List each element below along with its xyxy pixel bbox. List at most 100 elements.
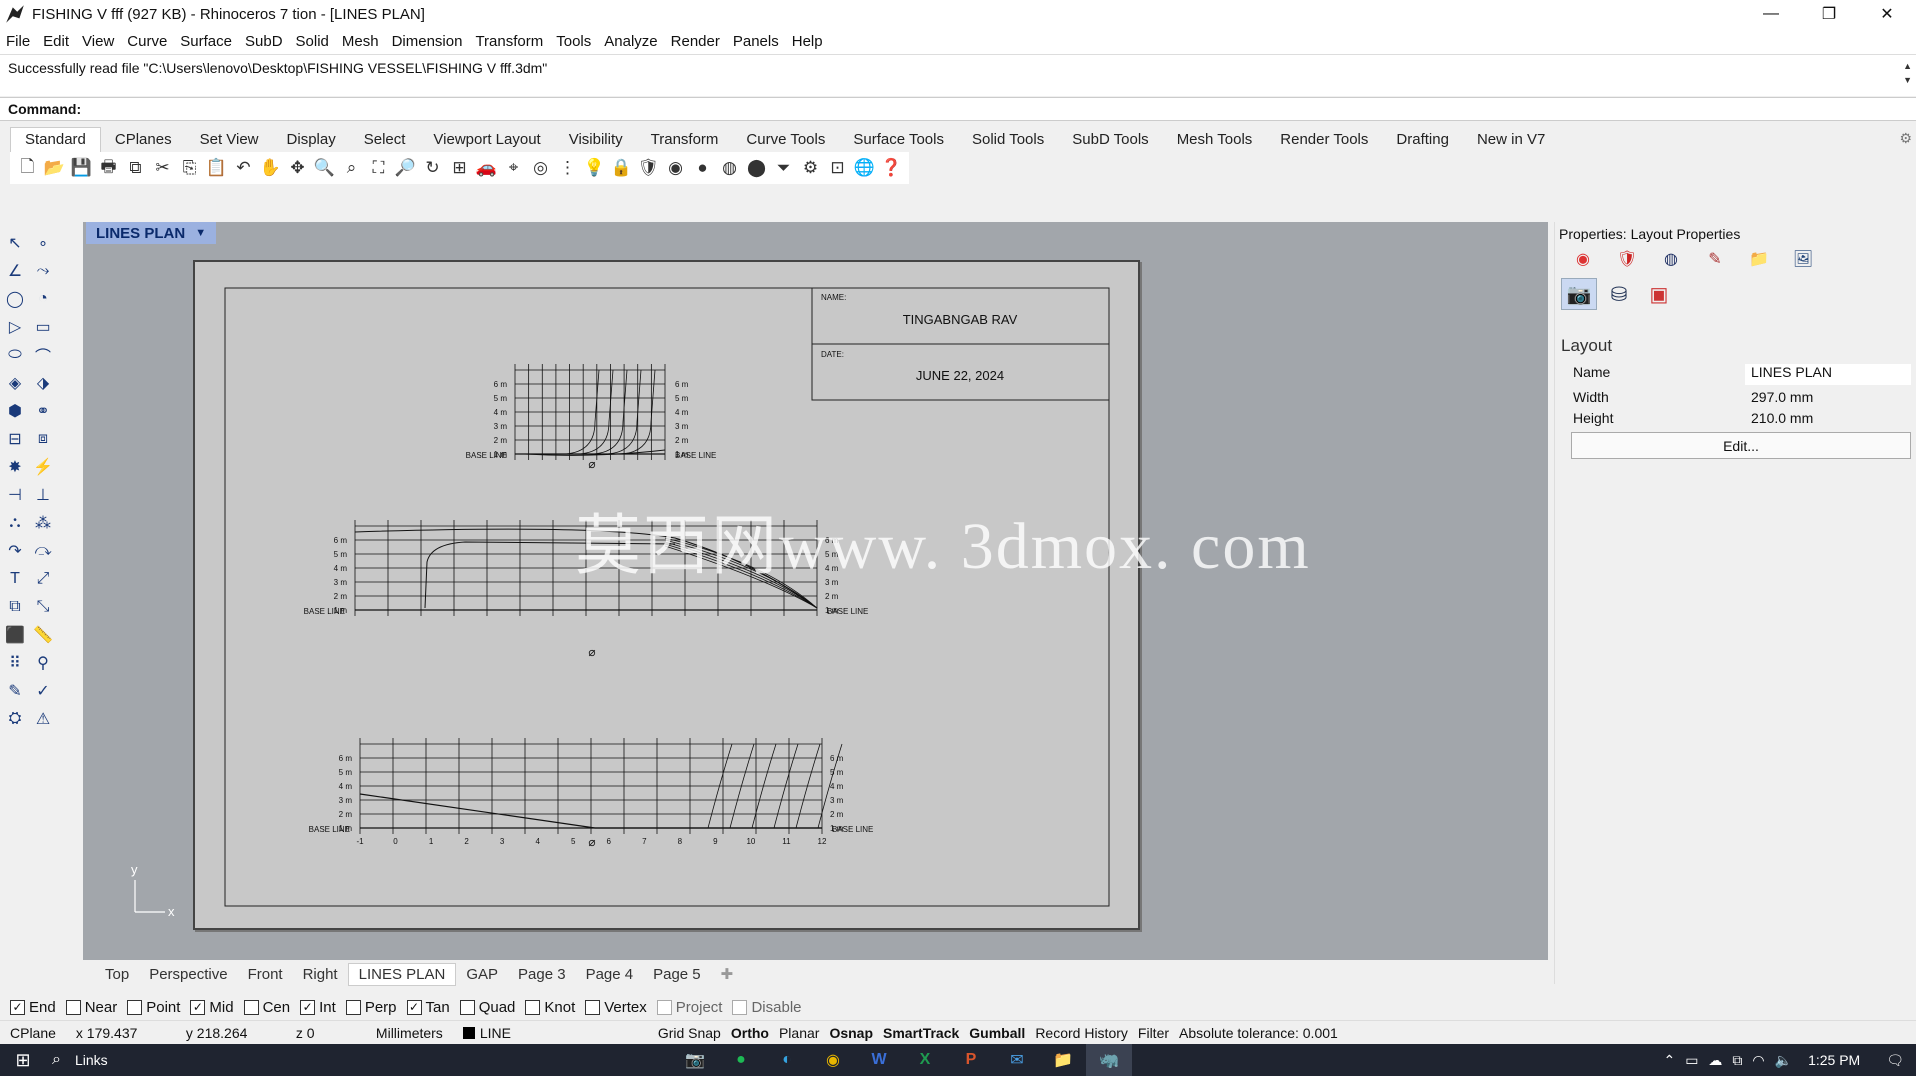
command-history[interactable]: Successfully read file "C:\Users\lenovo\… — [0, 54, 1916, 96]
volume-icon[interactable]: 🔈 — [1775, 1052, 1792, 1069]
cloud-icon[interactable]: ☁ — [1708, 1052, 1722, 1069]
osnap-mid[interactable]: ✓ Mid — [190, 999, 234, 1016]
status-gumball[interactable]: Gumball — [964, 1025, 1030, 1041]
tab-select[interactable]: Select — [350, 128, 420, 152]
clock[interactable]: 1:25 PM — [1808, 1052, 1860, 1068]
viewport-tab-gap[interactable]: GAP — [456, 964, 508, 985]
menu-file[interactable]: File — [6, 33, 30, 50]
notification-icon[interactable]: 🗨 — [1886, 1052, 1904, 1069]
osnap-cen-checkbox[interactable] — [243, 999, 259, 1015]
tab-viewport-layout[interactable]: Viewport Layout — [419, 128, 554, 152]
osnap-mid-checkbox[interactable]: ✓ — [190, 999, 206, 1015]
tab-mesh-tools[interactable]: Mesh Tools — [1163, 128, 1267, 152]
osnap-tan[interactable]: ✓ Tan — [406, 999, 450, 1016]
edit-layout-button[interactable]: Edit... — [1571, 432, 1911, 459]
save-icon[interactable]: 💾 — [68, 155, 95, 181]
move-icon[interactable]: ⧉ — [4, 596, 26, 618]
viewport-tab-right[interactable]: Right — [293, 964, 348, 985]
menu-curve[interactable]: Curve — [127, 33, 167, 50]
status-ortho[interactable]: Ortho — [726, 1025, 774, 1041]
menu-surface[interactable]: Surface — [180, 33, 232, 50]
osnap-knot[interactable]: Knot — [525, 999, 575, 1016]
box-icon[interactable]: ⬢ — [4, 400, 26, 422]
undo-icon[interactable]: ↶ — [230, 155, 257, 181]
mesh-icon[interactable]: ⧈ — [32, 428, 54, 450]
tab-standard[interactable]: Standard — [10, 127, 101, 152]
osnap-project-checkbox[interactable] — [656, 999, 672, 1015]
tab-new-in-v7[interactable]: New in V7 — [1463, 128, 1559, 152]
tab-display[interactable]: Display — [273, 128, 350, 152]
folder-icon[interactable]: 📁 — [1737, 248, 1781, 270]
viewport-tab-top[interactable]: Top — [95, 964, 139, 985]
zoom-icon[interactable]: 🔍 — [311, 155, 338, 181]
status-filter[interactable]: Filter — [1133, 1025, 1174, 1041]
tab-transform[interactable]: Transform — [637, 128, 733, 152]
rectangle-icon[interactable]: ▭ — [32, 316, 54, 338]
tab-solid-tools[interactable]: Solid Tools — [958, 128, 1058, 152]
command-line[interactable]: Command: — [0, 97, 1916, 121]
lock-icon[interactable]: 🔒 — [608, 155, 635, 181]
viewport-tab-perspective[interactable]: Perspective — [139, 964, 237, 985]
join-icon[interactable]: ⛬ — [4, 512, 26, 534]
fillet-icon[interactable]: ⌒ — [32, 344, 54, 366]
chrome-icon[interactable]: ◉ — [810, 1044, 856, 1076]
layers-icon[interactable]: 🛡 — [635, 155, 662, 181]
group-icon[interactable]: ⁂ — [32, 512, 54, 534]
tab-cplanes[interactable]: CPlanes — [101, 128, 186, 152]
osnap-vertex-checkbox[interactable] — [585, 999, 601, 1015]
display-icon[interactable]: 🖼 — [1781, 248, 1825, 270]
menu-render[interactable]: Render — [671, 33, 720, 50]
analyze-icon[interactable]: ⚲ — [32, 652, 54, 674]
osnap-vertex[interactable]: Vertex — [585, 999, 647, 1016]
layer-stack-icon[interactable]: 🛡 — [1605, 248, 1649, 270]
polyline-icon[interactable]: ∠ — [4, 260, 26, 282]
boolean-icon[interactable]: ⚭ — [32, 400, 54, 422]
word-icon[interactable]: W — [856, 1044, 902, 1076]
menu-help[interactable]: Help — [792, 33, 823, 50]
windows-start-icon[interactable]: ⊞ — [0, 1050, 46, 1071]
render-sphere-icon[interactable]: ◍ — [1649, 248, 1693, 270]
rhino-taskbar-icon[interactable]: 🦏 — [1086, 1044, 1132, 1076]
loft-icon[interactable]: ⬗ — [32, 372, 54, 394]
filter-icon[interactable]: ⏷ — [770, 155, 797, 181]
status-layer[interactable]: LINE — [453, 1025, 653, 1041]
osnap-perp-checkbox[interactable] — [345, 999, 361, 1015]
tab-drafting[interactable]: Drafting — [1382, 128, 1463, 152]
osnap-project[interactable]: Project — [656, 999, 722, 1016]
mail-icon[interactable]: ✉ — [994, 1044, 1040, 1076]
menu-panels[interactable]: Panels — [733, 33, 779, 50]
close-button[interactable]: ✕ — [1858, 0, 1916, 28]
osnap-point-checkbox[interactable] — [127, 999, 143, 1015]
osnap-disable[interactable]: Disable — [732, 999, 802, 1016]
car-icon[interactable]: 🚗 — [473, 155, 500, 181]
paste-icon[interactable]: 📋 — [203, 155, 230, 181]
camera-icon[interactable]: 📷 — [1561, 278, 1597, 310]
tab-surface-tools[interactable]: Surface Tools — [839, 128, 958, 152]
viewport-menu-chevron-down-icon[interactable]: ▼ — [195, 227, 206, 239]
blend-icon[interactable]: ⤼ — [32, 540, 54, 562]
select-arrow-icon[interactable]: ↖ — [4, 232, 26, 254]
sweep-icon[interactable]: ⚡ — [32, 456, 54, 478]
menu-transform[interactable]: Transform — [475, 33, 543, 50]
prop-name-value[interactable]: LINES PLAN — [1745, 364, 1911, 385]
four-viewports-icon[interactable]: ⊞ — [446, 155, 473, 181]
battery-icon[interactable]: ▭ — [1685, 1052, 1698, 1069]
osnap-near[interactable]: Near — [65, 999, 117, 1016]
osnap-perp[interactable]: Perp — [345, 999, 397, 1016]
rotate-icon[interactable]: ↻ — [419, 155, 446, 181]
viewport-tab-front[interactable]: Front — [238, 964, 293, 985]
minimize-button[interactable]: — — [1742, 0, 1800, 28]
rotate-view-icon[interactable]: ✥ — [284, 155, 311, 181]
menu-analyze[interactable]: Analyze — [604, 33, 657, 50]
status-grid-snap[interactable]: Grid Snap — [653, 1025, 726, 1041]
offset-icon[interactable]: ↷ — [4, 540, 26, 562]
tab-subd-tools[interactable]: SubD Tools — [1058, 128, 1162, 152]
status-smarttrack[interactable]: SmartTrack — [878, 1025, 964, 1041]
trim-icon[interactable]: ⊣ — [4, 484, 26, 506]
viewport-tab-page-4[interactable]: Page 4 — [576, 964, 644, 985]
osnap-int[interactable]: ✓ Int — [300, 999, 336, 1016]
file-explorer-icon[interactable]: 📁 — [1040, 1044, 1086, 1076]
rendered-sphere-icon[interactable]: ◍ — [716, 155, 743, 181]
menu-dimension[interactable]: Dimension — [392, 33, 463, 50]
powerpoint-icon[interactable]: P — [948, 1044, 994, 1076]
